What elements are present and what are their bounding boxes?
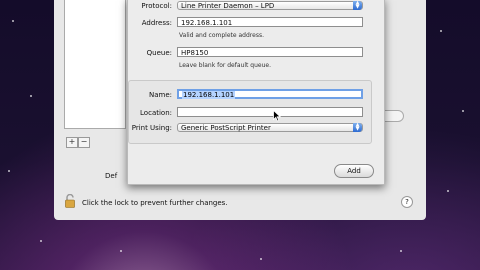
address-hint: Valid and complete address. — [179, 32, 264, 39]
popup-arrows-icon: ▲ ▼ — [353, 1, 362, 10]
address-field[interactable]: 192.168.1.101 — [177, 17, 363, 27]
location-field[interactable] — [177, 107, 363, 117]
printer-list[interactable] — [64, 0, 126, 129]
address-label: Address: — [141, 19, 172, 27]
queue-hint: Leave blank for default queue. — [179, 62, 271, 69]
print-using-label: Print Using: — [131, 124, 172, 132]
remove-printer-button[interactable]: − — [78, 137, 90, 148]
location-label: Location: — [140, 109, 172, 117]
lock-icon[interactable] — [64, 193, 76, 208]
help-icon[interactable]: ? — [401, 196, 413, 208]
print-using-popup[interactable]: Generic PostScript Printer ▲ ▼ — [177, 123, 363, 132]
lock-instruction: Click the lock to prevent further change… — [82, 199, 228, 207]
name-label: Name: — [148, 91, 172, 99]
protocol-value: Line Printer Daemon – LPD — [181, 2, 275, 10]
name-value: 192.168.1.101 — [182, 91, 236, 99]
queue-label: Queue: — [146, 49, 172, 57]
popup-arrows-icon: ▲ ▼ — [353, 123, 362, 132]
print-using-value: Generic PostScript Printer — [181, 124, 271, 132]
mouse-cursor-icon — [273, 109, 282, 122]
protocol-label: Protocol: — [141, 2, 172, 10]
name-field[interactable]: 192.168.1.101 — [177, 89, 363, 99]
add-printer-button[interactable]: + — [66, 137, 78, 148]
queue-field[interactable]: HP8150 — [177, 47, 363, 57]
protocol-popup[interactable]: Line Printer Daemon – LPD ▲ ▼ — [177, 1, 363, 10]
add-button[interactable]: Add — [334, 164, 374, 178]
default-printer-label-partial: Def — [105, 172, 118, 180]
